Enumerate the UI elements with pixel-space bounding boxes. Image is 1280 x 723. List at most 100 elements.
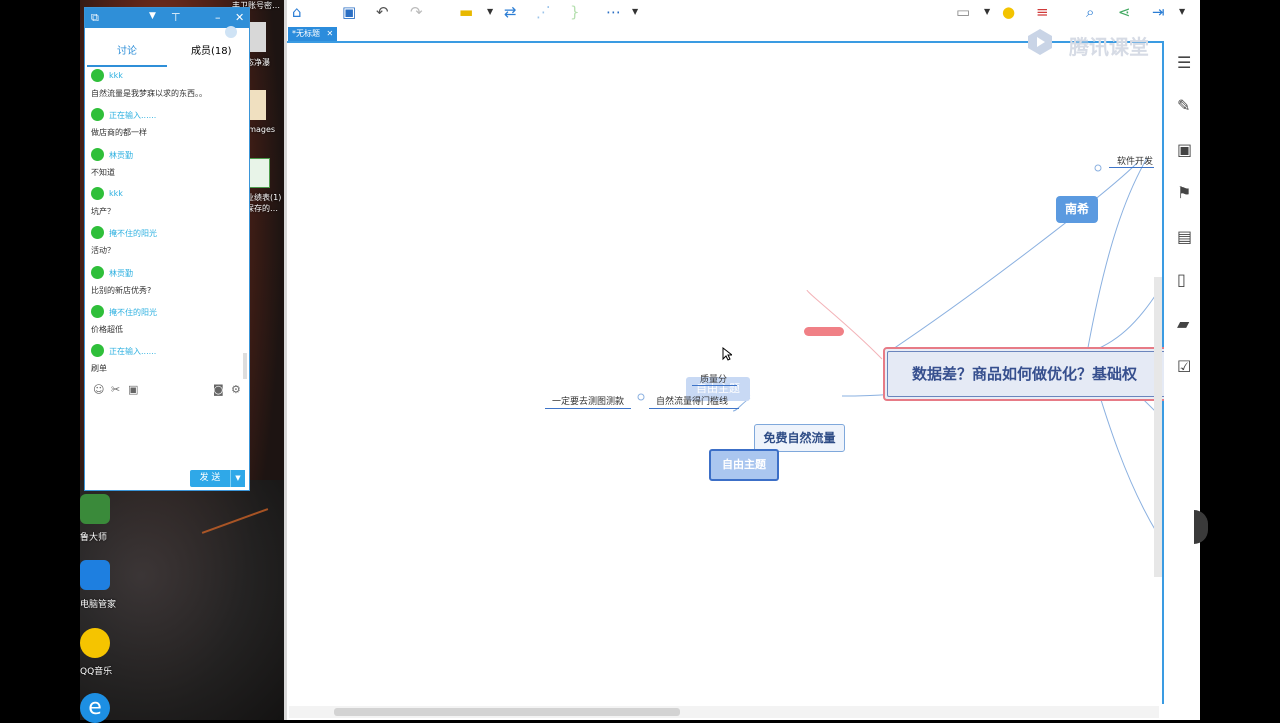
message-sender[interactable]: 掩不住的阳光 <box>109 307 157 318</box>
wechat-avatar-icon <box>91 148 104 161</box>
message-sender[interactable]: kkk <box>109 189 123 198</box>
desktop-item-label[interactable]: images <box>246 125 275 134</box>
topic-free-traffic[interactable]: 免费自然流量 <box>754 424 845 452</box>
boundary-icon[interactable]: ⋰ <box>536 3 551 21</box>
pc-manager-icon[interactable] <box>80 560 110 590</box>
summary-icon[interactable]: } <box>570 3 580 21</box>
ie-icon[interactable]: e <box>80 693 110 723</box>
emoji-icon[interactable]: ☺ <box>93 383 104 396</box>
chevron-down-icon[interactable]: ▼ <box>487 7 493 16</box>
ludashi-icon[interactable] <box>80 494 110 524</box>
chat-scrollbar[interactable] <box>243 353 247 379</box>
topic-nanxi[interactable]: 南希 <box>1056 196 1098 223</box>
mouse-cursor-icon <box>722 347 732 361</box>
scrollbar-thumb[interactable] <box>334 708 680 716</box>
wechat-avatar-icon <box>91 108 104 121</box>
subtopic-must-test[interactable]: 一定要去测图测款 <box>552 394 624 407</box>
shortcut-label[interactable]: 鲁大师 <box>80 530 107 543</box>
tab-discussion[interactable]: 讨论 <box>117 42 137 57</box>
image-icon[interactable]: ▣ <box>1177 140 1192 159</box>
flag-icon[interactable]: ⚑ <box>1177 183 1191 202</box>
pin-icon[interactable]: ⊤ <box>171 11 181 24</box>
main-toolbar: ⌂ ▣ ↶ ↷ ▬ ▼ ⇄ ⋰ } ⋯ ▼ ▭ ▼ ● ≡ ⌕ ⋖ ⇥ ▼ <box>284 0 1200 24</box>
scissors-icon[interactable]: ✂ <box>111 383 120 396</box>
gantt-icon[interactable]: ≡ <box>1036 3 1049 21</box>
desktop-item-label[interactable]: 业绩表(1) <box>246 192 281 203</box>
desktop-file-icon[interactable] <box>248 22 266 52</box>
share-icon[interactable]: ⋖ <box>1118 3 1131 21</box>
central-topic-text: 数据差？商品如何做优化？基础权 <box>887 351 1169 397</box>
lightbulb-icon[interactable]: ● <box>1002 3 1015 21</box>
horizontal-scrollbar[interactable] <box>289 706 1159 718</box>
message-sender[interactable]: 林贡勤 <box>109 150 133 161</box>
tencent-classroom-logo-icon <box>1028 29 1052 55</box>
search-icon[interactable]: ⌕ <box>1086 3 1094 21</box>
close-icon[interactable]: ✕ <box>235 11 244 24</box>
qq-music-icon[interactable] <box>80 628 110 658</box>
subtopic-underline <box>1109 167 1154 168</box>
export-icon[interactable]: ⇥ <box>1152 3 1165 21</box>
edge-handle[interactable] <box>1194 510 1208 544</box>
central-topic[interactable]: 数据差？商品如何做优化？基础权 <box>883 347 1173 401</box>
home-icon[interactable]: ⌂ <box>292 3 302 21</box>
tab-members[interactable]: 成员(18) <box>191 42 232 57</box>
close-icon[interactable]: ✕ <box>327 29 334 38</box>
task-icon[interactable]: ☑ <box>1177 357 1191 376</box>
subtopic-natural-threshold[interactable]: 自然流量得门槛线 <box>656 394 728 407</box>
bubble-icon[interactable] <box>225 26 237 38</box>
message-sender[interactable]: 掩不住的阳光 <box>109 228 157 239</box>
message-text: 活动？ <box>91 246 115 255</box>
floating-topic-marker[interactable] <box>804 327 844 336</box>
font-icon[interactable]: ▤ <box>1177 227 1192 246</box>
format-brush-icon[interactable]: ✎ <box>1177 96 1190 115</box>
topic-style-icon[interactable]: ▬ <box>459 3 473 21</box>
wechat-avatar-icon <box>91 266 104 279</box>
send-options-chevron-icon[interactable]: ▼ <box>230 470 245 487</box>
chevron-down-icon[interactable]: ▼ <box>632 7 638 16</box>
chevron-down-icon[interactable]: ▼ <box>984 7 990 16</box>
mindmap-canvas[interactable]: 数据差？商品如何做优化？基础权 南希 软件开发 免费自然流量 自由主题 自由主题… <box>287 41 1173 704</box>
undo-icon[interactable]: ↶ <box>376 3 389 21</box>
right-letterbox <box>1194 0 1280 720</box>
app-left-border <box>284 0 287 720</box>
note-icon[interactable]: ▯ <box>1177 270 1186 289</box>
gear-icon[interactable]: ⚙ <box>231 383 241 396</box>
subtopic-underline <box>649 408 739 409</box>
message-sender[interactable]: 正在输入...... <box>109 110 156 121</box>
vertical-scrollbar[interactable] <box>1154 277 1162 577</box>
outline-icon[interactable]: ☰ <box>1177 53 1191 72</box>
subtopic-software[interactable]: 软件开发 <box>1117 154 1153 167</box>
connector-line <box>806 289 883 360</box>
chat-panel: ⧉ ▼ ⊤ – ✕ 讨论 成员(18) kkk 自然流量是我梦寐以求的东西。。 … <box>84 7 250 491</box>
left-letterbox <box>0 0 80 720</box>
message-sender[interactable]: kkk <box>109 71 123 80</box>
message-text: 不知道 <box>91 168 115 177</box>
wechat-avatar-icon <box>91 187 104 200</box>
free-topic-dragging[interactable]: 自由主题 <box>709 449 779 481</box>
relationship-icon[interactable]: ⇄ <box>504 3 517 21</box>
share-icon[interactable]: ⧉ <box>91 11 99 25</box>
more-icon[interactable]: ⋯ <box>606 3 621 21</box>
message-text: 价格超低 <box>91 325 123 334</box>
message-sender[interactable]: 正在输入...... <box>109 346 156 357</box>
minimize-icon[interactable]: – <box>215 11 221 24</box>
subtopic-underline <box>692 385 737 386</box>
shortcut-label[interactable]: QQ音乐 <box>80 664 112 677</box>
message-text: 自然流量是我梦寐以求的东西。。 <box>91 89 207 98</box>
subtopic-quality-score[interactable]: 质量分 <box>700 372 727 385</box>
chevron-down-icon[interactable]: ▼ <box>149 11 156 21</box>
desktop-item-label[interactable]: 保存的… <box>246 203 278 214</box>
chevron-down-icon[interactable]: ▼ <box>1179 7 1185 16</box>
document-tab[interactable]: *无标题 ✕ <box>288 27 338 41</box>
presentation-icon[interactable]: ▭ <box>956 3 970 21</box>
redo-icon[interactable]: ↷ <box>410 3 423 21</box>
send-button[interactable]: 发 送 <box>190 470 230 487</box>
image-icon[interactable]: ▣ <box>128 383 138 396</box>
save-icon[interactable]: ▣ <box>342 3 356 21</box>
comment-icon[interactable]: ▰ <box>1177 314 1189 333</box>
wechat-avatar-icon <box>91 226 104 239</box>
message-sender[interactable]: 林贡勤 <box>109 268 133 279</box>
voice-icon[interactable]: ◙ <box>213 383 224 396</box>
shortcut-label[interactable]: 电脑管家 <box>80 597 116 610</box>
desktop-folder-icon[interactable] <box>248 90 266 120</box>
